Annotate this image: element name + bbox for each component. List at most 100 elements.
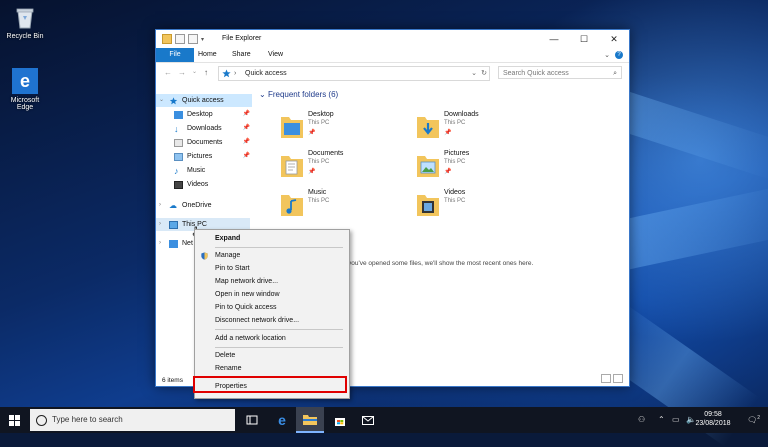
svg-text:e: e bbox=[20, 71, 30, 91]
desktop-folder-icon bbox=[174, 110, 183, 119]
new-folder-icon[interactable] bbox=[188, 34, 198, 44]
sidebar-item-documents[interactable]: Documents 📌 bbox=[174, 136, 252, 149]
details-view-icon[interactable] bbox=[601, 374, 611, 383]
folder-name: Documents bbox=[308, 150, 344, 157]
up-arrow-icon[interactable]: ↑ bbox=[204, 68, 208, 77]
sidebar-item-downloads[interactable]: ↓ Downloads 📌 bbox=[174, 122, 252, 135]
menu-item-delete[interactable]: Delete bbox=[195, 349, 349, 362]
pin-icon[interactable]: 📌 bbox=[243, 108, 250, 121]
menu-item-open-in-new-window[interactable]: Open in new window bbox=[195, 288, 349, 301]
system-tray: ⚇ ⌃ ▭ 🔈 09:58 23/08/2018 🗨2 bbox=[628, 407, 768, 433]
properties-icon[interactable] bbox=[175, 34, 185, 44]
sidebar-item-label: Quick access bbox=[182, 97, 224, 104]
minimize-button[interactable]: — bbox=[539, 30, 569, 48]
pin-icon: 📌 bbox=[308, 169, 316, 175]
qat-dropdown-icon[interactable]: ▾ bbox=[201, 36, 204, 43]
menu-item-label: Rename bbox=[215, 365, 242, 372]
menu-item-label: Pin to Start bbox=[215, 265, 250, 272]
tab-home[interactable]: Home bbox=[190, 48, 225, 62]
taskbar-search-input[interactable]: Type here to search bbox=[30, 409, 235, 431]
people-icon[interactable]: ⚇ bbox=[638, 415, 645, 424]
forward-arrow-icon[interactable]: → bbox=[178, 68, 186, 77]
large-icons-view-icon[interactable] bbox=[613, 374, 623, 383]
recent-files-message: you've opened some files, we'll show the… bbox=[348, 260, 534, 267]
sidebar-item-desktop[interactable]: Desktop 📌 bbox=[174, 108, 252, 121]
store-bag-icon bbox=[335, 417, 345, 426]
maximize-button[interactable]: ☐ bbox=[569, 30, 599, 48]
folder-tile-downloads[interactable]: Downloads This PC 📌 bbox=[416, 110, 546, 146]
folder-tile-documents[interactable]: Documents This PC 📌 bbox=[280, 149, 410, 185]
chevron-right-icon: › bbox=[159, 202, 161, 208]
menu-item-label: Manage bbox=[215, 252, 241, 259]
desktop-icon-label: Recycle Bin bbox=[6, 33, 44, 40]
network-icon bbox=[169, 239, 178, 248]
document-icon bbox=[174, 138, 183, 147]
sidebar-item-network[interactable]: › Net bbox=[156, 237, 196, 250]
menu-item-pin-to-start[interactable]: Pin to Start bbox=[195, 262, 349, 275]
clock[interactable]: 09:58 23/08/2018 bbox=[688, 410, 738, 428]
folder-tile-videos[interactable]: Videos This PC bbox=[416, 188, 546, 224]
desktop-icon-label: Microsoft Edge bbox=[10, 97, 40, 111]
edge-icon: e bbox=[12, 68, 38, 94]
folder-tile-desktop[interactable]: Desktop This PC 📌 bbox=[280, 110, 410, 146]
sidebar-item-videos[interactable]: Videos bbox=[174, 178, 252, 191]
desktop-icon-recycle-bin[interactable]: Recycle Bin bbox=[0, 4, 50, 40]
chevron-up-icon[interactable]: ⌃ bbox=[658, 415, 665, 424]
menu-item-map-network-drive[interactable]: Map network drive... bbox=[195, 275, 349, 288]
pin-icon: 📌 bbox=[444, 130, 452, 136]
folder-name: Music bbox=[308, 189, 327, 196]
address-bar[interactable]: › Quick access ⌄ ↻ bbox=[218, 66, 490, 81]
help-icon[interactable]: ? bbox=[615, 51, 623, 59]
taskbar-file-explorer-button[interactable] bbox=[296, 407, 324, 433]
network-status-icon[interactable]: ▭ bbox=[672, 415, 680, 424]
tab-file[interactable]: File bbox=[156, 48, 194, 62]
tab-view[interactable]: View bbox=[260, 48, 291, 62]
sidebar-item-label: Music bbox=[187, 167, 206, 174]
sidebar-item-pictures[interactable]: Pictures 📌 bbox=[174, 150, 252, 163]
close-button[interactable]: ✕ bbox=[599, 30, 629, 48]
taskbar-edge-button[interactable]: e bbox=[268, 407, 296, 433]
file-explorer-icon bbox=[303, 414, 317, 425]
folder-tile-pictures[interactable]: Pictures This PC 📌 bbox=[416, 149, 546, 185]
menu-separator bbox=[215, 347, 343, 348]
chevron-down-icon: ⌄ bbox=[159, 97, 165, 103]
pin-icon[interactable]: 📌 bbox=[243, 150, 250, 163]
refresh-icon[interactable]: ↻ bbox=[481, 67, 487, 80]
menu-item-rename[interactable]: Rename bbox=[195, 362, 349, 375]
desktop-icon-microsoft-edge[interactable]: e Microsoft Edge bbox=[0, 68, 50, 111]
properties-highlight-box bbox=[193, 376, 347, 393]
menu-item-add-network-location[interactable]: Add a network location bbox=[195, 332, 349, 345]
sidebar-item-music[interactable]: ♪ Music bbox=[174, 164, 252, 177]
menu-item-expand[interactable]: Expand bbox=[195, 232, 349, 245]
menu-item-label: Add a network location bbox=[215, 335, 286, 342]
search-input[interactable]: Search Quick access ⌕ bbox=[498, 66, 622, 79]
back-arrow-icon[interactable]: ← bbox=[164, 68, 172, 77]
taskbar-store-button[interactable] bbox=[326, 407, 354, 433]
menu-item-disconnect-network-drive[interactable]: Disconnect network drive... bbox=[195, 314, 349, 327]
menu-item-label: Open in new window bbox=[215, 291, 280, 298]
address-bar-row: ← → ⌄ ↑ › Quick access ⌄ ↻ Search Quick … bbox=[156, 63, 629, 83]
star-icon bbox=[222, 69, 231, 83]
pin-icon[interactable]: 📌 bbox=[243, 122, 250, 135]
expand-ribbon-icon[interactable]: ⌄ bbox=[604, 51, 610, 59]
task-view-icon bbox=[246, 415, 258, 425]
start-button[interactable] bbox=[0, 407, 28, 433]
folder-tile-music[interactable]: Music This PC bbox=[280, 188, 410, 224]
action-center-icon[interactable]: 🗨2 bbox=[747, 415, 760, 425]
sidebar-item-quick-access[interactable]: ⌄ Quick access bbox=[156, 94, 252, 107]
folder-location: This PC bbox=[444, 159, 466, 165]
address-dropdown-icon[interactable]: ⌄ bbox=[471, 67, 477, 80]
sidebar-item-label: OneDrive bbox=[182, 202, 212, 209]
section-header[interactable]: ⌄ Frequent folders (6) bbox=[259, 90, 338, 99]
task-view-button[interactable] bbox=[238, 407, 266, 433]
taskbar-mail-button[interactable] bbox=[354, 407, 382, 433]
tab-share[interactable]: Share bbox=[224, 48, 259, 62]
status-item-count: 6 items bbox=[162, 377, 183, 384]
menu-item-pin-to-quick-access[interactable]: Pin to Quick access bbox=[195, 301, 349, 314]
sidebar-item-onedrive[interactable]: › ☁ OneDrive bbox=[156, 199, 252, 212]
ribbon-tabs: File Home Share View ⌄ ? bbox=[156, 48, 629, 63]
pin-icon[interactable]: 📌 bbox=[243, 136, 250, 149]
recent-locations-icon[interactable]: ⌄ bbox=[192, 68, 197, 75]
menu-item-manage[interactable]: Manage bbox=[195, 249, 349, 262]
download-arrow-icon: ↓ bbox=[174, 123, 179, 134]
